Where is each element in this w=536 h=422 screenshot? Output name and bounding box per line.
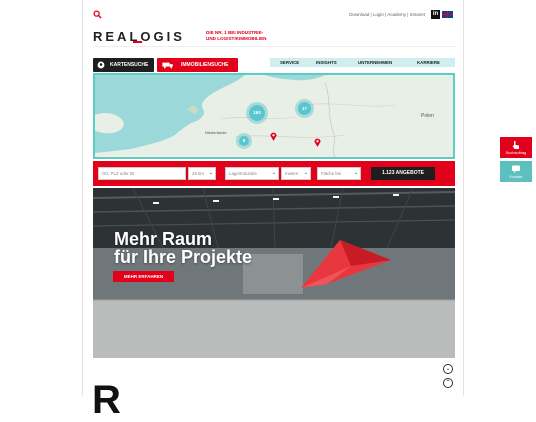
chevron-down-icon: ⌄ [208,170,213,176]
tagline: DIE NR. 1 BEI INDUSTRIE- UND LOGISTIKIMM… [206,30,306,42]
map-label-poland: Polen [421,113,434,119]
property-search-bar: Ort, PLZ oder ID 25 km ⌄ Lage/Industrie … [93,161,455,186]
rent-buy-select[interactable]: mieten ⌄ [281,167,311,180]
tab-map-search-label: KARTENSUCHE [110,62,149,68]
header-divider [93,46,455,47]
tab-property-search-label: IMMOBILIENSUCHE [181,62,229,68]
map-label-netherlands: Niederlande [205,130,227,135]
contact-button[interactable]: Kontakt [500,161,532,182]
chevron-down-icon: ⌄ [353,170,358,176]
scroll-up-button[interactable]: ⌃ [443,378,453,388]
rent-buy-value: mieten [285,171,299,176]
contact-label: Kontakt [509,175,523,179]
learn-more-button[interactable]: MEHR ERFAHREN [113,271,174,282]
carousel-dots [257,351,273,358]
area-value: Fläche bis [321,171,342,176]
pointer-hand-icon [512,141,519,149]
show-offers-button[interactable]: 1.123 ANGEBOTE [371,167,435,180]
hero-title-line-1: Mehr Raum [114,229,213,249]
location-type-value: Lage/Industrie [229,171,257,176]
linkedin-icon[interactable]: in [431,10,440,19]
chevron-down-icon: ⌄ [303,170,308,176]
utility-links[interactable]: Download | Login | Academy | Intranet [349,12,425,17]
chevron-down-icon: ⌄ [271,170,276,176]
map-cluster-marker[interactable]: 17 [298,102,311,115]
chat-icon [512,165,520,173]
uk-flag-icon[interactable] [442,11,453,18]
search-request-button[interactable]: Suchauftrag [500,137,532,158]
map-pin-icon[interactable] [270,132,277,141]
hero-title: Mehr Raum für Ihre Projekte [114,230,252,266]
hero-title-line-2: für Ihre Projekte [114,247,253,267]
nav-item-company[interactable]: UNTERNEHMEN [358,58,392,67]
tab-map-search[interactable]: KARTENSUCHE [93,58,154,72]
chevron-up-icon: ⌃ [445,380,451,386]
nav-item-career[interactable]: KARRIERE [417,58,440,67]
map-pin-icon[interactable] [314,138,321,147]
chevron-down-icon: ⌄ [445,366,451,372]
radius-value: 25 km [192,171,204,176]
logo-accent [133,41,142,43]
radius-select[interactable]: 25 km ⌄ [188,167,216,180]
search-request-label: Suchauftrag [505,151,527,155]
location-type-select[interactable]: Lage/Industrie ⌄ [225,167,279,180]
tagline-line-2: UND LOGISTIKIMMOBILIEN [206,36,267,41]
truck-icon [162,62,173,69]
search-icon[interactable] [93,10,102,19]
main-nav: SERVICE INSIGHTS UNTERNEHMEN KARRIERE [270,58,455,67]
nav-item-insights[interactable]: INSIGHTS [316,58,337,67]
tab-property-search[interactable]: IMMOBILIENSUCHE [157,58,238,72]
scroll-down-button[interactable]: ⌄ [443,364,453,374]
map-pin-icon [97,61,105,69]
hero-banner: Mehr Raum für Ihre Projekte MEHR ERFAHRE… [93,188,455,358]
area-select[interactable]: Fläche bis ⌄ [317,167,361,180]
map-background [95,75,396,157]
location-input[interactable]: Ort, PLZ oder ID [98,167,186,180]
section-heading-letter: R [92,378,121,422]
top-bar: Download | Login | Academy | Intranet in [93,10,455,22]
map-cluster-marker[interactable]: 193 [249,105,265,121]
nav-item-service[interactable]: SERVICE [280,58,299,67]
map-cluster-marker[interactable]: 6 [239,136,249,146]
property-map[interactable]: 193 17 6 Polen Niederlande [93,73,455,159]
